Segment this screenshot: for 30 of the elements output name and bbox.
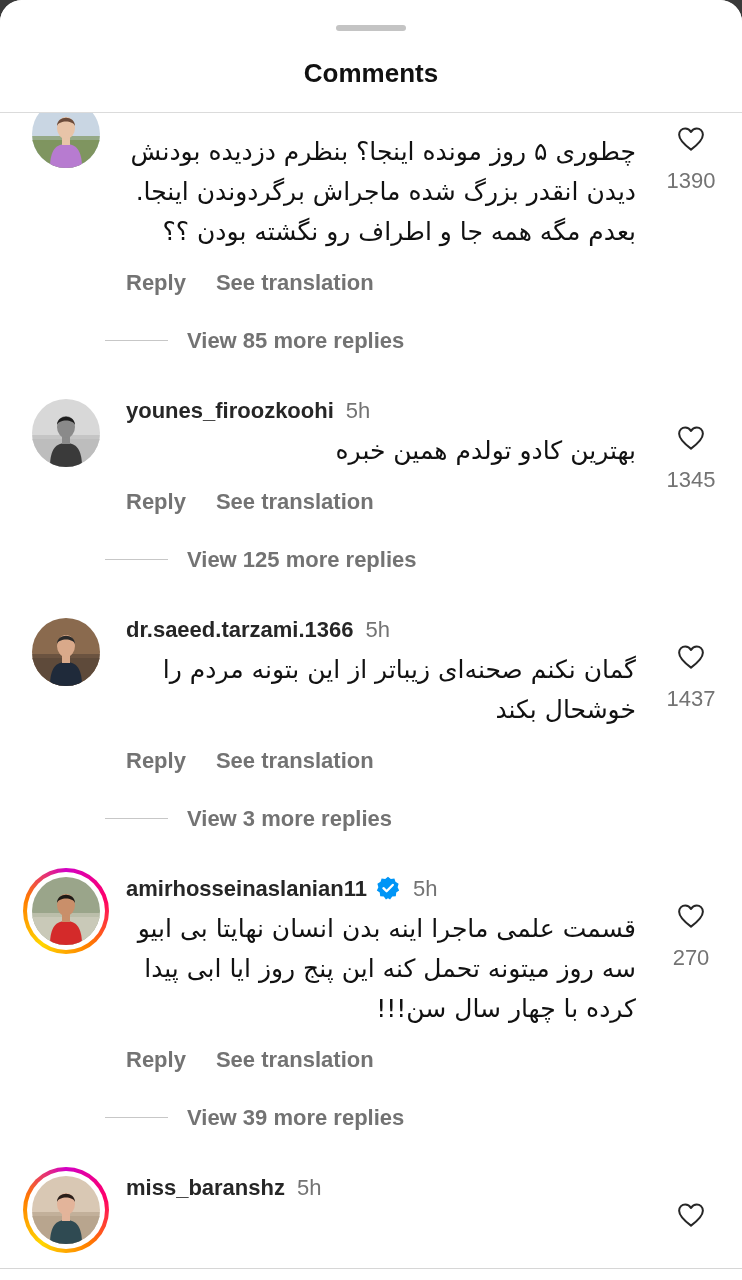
reply-link[interactable]: Reply — [126, 743, 186, 777]
time: 5h — [412, 874, 438, 903]
see-translation-link[interactable]: See translation — [215, 743, 374, 777]
like-count: 1345 — [666, 466, 716, 494]
like-count: 1437 — [666, 685, 716, 713]
drag-handle[interactable] — [336, 25, 406, 31]
like-count: 1390 — [666, 167, 716, 195]
username[interactable]: younes_firoozkoohi — [126, 393, 334, 427]
comment-text: بهترین کادو تولدم همین خبره — [334, 435, 637, 468]
view-replies-link[interactable]: View 39 more replies — [187, 1100, 405, 1134]
comment-text: قسمت علمی ماجرا اینه بدن انسان نهایتا بی ابیو سه روز میتونه تحمل کنه این پنج روز ایا ابی پیدا کرده با چهار سال سن!!! — [135, 913, 637, 1025]
reply-link[interactable]: Reply — [126, 484, 186, 518]
username[interactable]: amirhosseinaslanian11 — [126, 871, 367, 905]
comment-text: چطوری ۵ روز مونده اینجا؟ بنظرم دزدیده بودنش دیدن انقدر بزرگ شده ماجراش برگردوندن اینجا. بعدم مگه همه جا و اطراف رو نگشته بودن ؟؟ — [129, 136, 637, 249]
reply-link[interactable]: Reply — [126, 1042, 186, 1076]
reply-link[interactable]: Reply — [126, 265, 186, 299]
view-replies-link[interactable]: View 85 more replies — [187, 323, 405, 357]
view-replies-link[interactable]: View 3 more replies — [187, 801, 393, 835]
see-translation-link[interactable]: See translation — [215, 1042, 374, 1076]
see-translation-link[interactable]: See translation — [215, 484, 374, 518]
time: 5h — [296, 1173, 322, 1202]
see-translation-link[interactable]: See translation — [215, 265, 374, 299]
time: 5h — [345, 396, 371, 425]
username[interactable]: dr.saeed.tarzami.1366 — [126, 612, 354, 646]
sheet-title: Comments — [303, 57, 439, 89]
time: 5h — [365, 615, 390, 644]
username[interactable]: miss_baranshz — [126, 1170, 285, 1204]
view-replies-link[interactable]: View 125 more replies — [187, 542, 417, 576]
like-count: 270 — [672, 944, 710, 972]
comment-text: گمان نکنم صحنه‌ای زیباتر از این بتونه مردم را خوشحال بکند — [161, 654, 637, 726]
